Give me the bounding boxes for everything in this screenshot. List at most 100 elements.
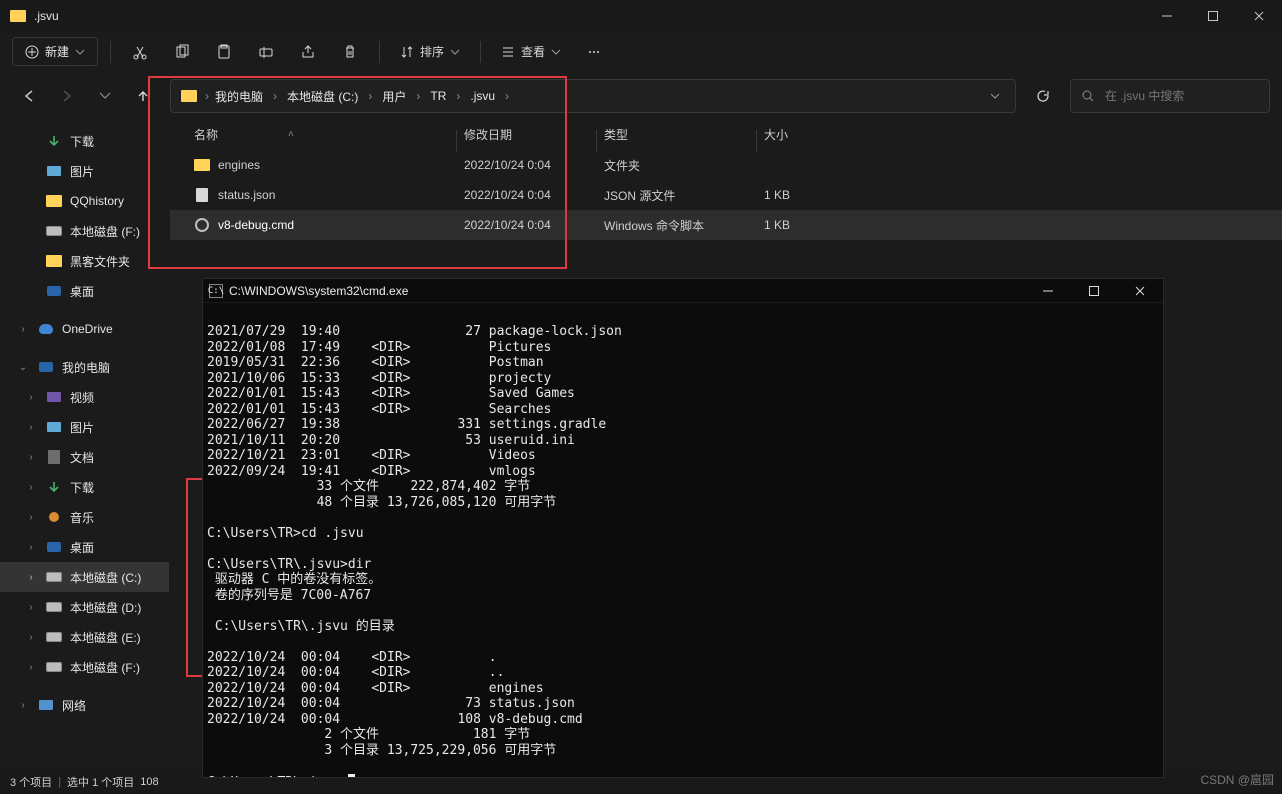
folder-icon: [181, 90, 197, 102]
chevron-right-icon: ›: [24, 542, 38, 553]
sidebar-item-label: 黑客文件夹: [70, 253, 130, 270]
sidebar-item-label: 下载: [70, 133, 94, 150]
new-button[interactable]: 新建: [12, 37, 98, 66]
more-button[interactable]: [577, 36, 611, 68]
sidebar-item-label: 桌面: [70, 539, 94, 556]
table-row[interactable]: status.json2022/10/24 0:04JSON 源文件1 KB: [170, 180, 1282, 210]
sort-asc-icon: ˄: [288, 129, 294, 140]
sidebar-item[interactable]: ›文档: [0, 442, 169, 472]
status-size: 108: [140, 776, 158, 788]
cmd-body[interactable]: 2021/07/29 19:40 27 package-lock.json 20…: [203, 303, 1163, 777]
maximize-button[interactable]: [1190, 0, 1236, 32]
paste-button[interactable]: [207, 36, 241, 68]
table-row[interactable]: v8-debug.cmd2022/10/24 0:04Windows 命令脚本1…: [170, 210, 1282, 240]
cmd-maximize-button[interactable]: [1071, 279, 1117, 303]
separator: [379, 41, 380, 63]
crumb[interactable]: 用户: [376, 84, 412, 109]
sidebar-item[interactable]: ›网络: [0, 690, 169, 720]
sidebar-item[interactable]: › 桌面: [0, 532, 169, 562]
minimize-button[interactable]: [1144, 0, 1190, 32]
sidebar-item-label: 图片: [70, 163, 94, 180]
monitor-icon: [46, 540, 62, 554]
sidebar-item[interactable]: ›本地磁盘 (E:): [0, 622, 169, 652]
cloud-icon: [38, 322, 54, 336]
crumb[interactable]: .jsvu: [464, 85, 501, 107]
col-type[interactable]: 类型: [604, 126, 764, 143]
sort-button[interactable]: 排序: [392, 38, 468, 65]
address-dropdown[interactable]: [981, 82, 1009, 110]
sidebar-item[interactable]: ›本地磁盘 (C:): [0, 562, 169, 592]
sidebar-item[interactable]: ›视频: [0, 382, 169, 412]
drive-icon: [46, 630, 62, 644]
close-button[interactable]: [1236, 0, 1282, 32]
sidebar-item[interactable]: ›音乐: [0, 502, 169, 532]
cmd-close-button[interactable]: [1117, 279, 1163, 303]
col-modified[interactable]: 修改日期: [464, 126, 604, 143]
search-input[interactable]: [1103, 88, 1262, 104]
crumb[interactable]: 我的电脑: [209, 84, 269, 109]
up-button[interactable]: [126, 79, 160, 113]
recent-button[interactable]: [88, 79, 122, 113]
picture-icon: [46, 164, 62, 178]
list-icon: [501, 45, 515, 59]
sidebar-item[interactable]: 黑客文件夹: [0, 246, 169, 276]
col-name[interactable]: 名称˄: [194, 126, 464, 143]
delete-button[interactable]: [333, 36, 367, 68]
cmd-icon: C:\: [209, 284, 223, 298]
column-headers[interactable]: 名称˄ 修改日期 类型 大小: [170, 120, 1282, 150]
address-bar[interactable]: › 我的电脑›本地磁盘 (C:)›用户›TR›.jsvu›: [170, 79, 1016, 113]
sidebar-item[interactable]: 桌面: [0, 276, 169, 306]
file-name: v8-debug.cmd: [218, 218, 294, 232]
crumb[interactable]: TR: [424, 85, 452, 107]
view-label: 查看: [521, 43, 545, 60]
forward-button[interactable]: [50, 79, 84, 113]
download-icon: [46, 134, 62, 148]
sidebar-item-label: QQhistory: [70, 194, 124, 208]
chevron-down-icon: ⌄: [16, 362, 30, 373]
crumb[interactable]: 本地磁盘 (C:): [281, 84, 364, 109]
address-row: › 我的电脑›本地磁盘 (C:)›用户›TR›.jsvu›: [0, 72, 1282, 120]
search-box[interactable]: [1070, 79, 1270, 113]
sidebar-item-label: 本地磁盘 (E:): [70, 629, 141, 646]
refresh-button[interactable]: [1026, 79, 1060, 113]
chevron-right-icon: ›: [24, 482, 38, 493]
sidebar-item[interactable]: 下载: [0, 126, 169, 156]
sidebar-item[interactable]: 本地磁盘 (F:): [0, 216, 169, 246]
sort-label: 排序: [420, 43, 444, 60]
sidebar-item[interactable]: ⌄我的电脑: [0, 352, 169, 382]
chevron-right-icon: ›: [24, 452, 38, 463]
sidebar-item-label: 本地磁盘 (C:): [70, 569, 141, 586]
plus-icon: [25, 45, 39, 59]
sidebar-item[interactable]: ›图片: [0, 412, 169, 442]
sidebar-item-label: 网络: [62, 697, 86, 714]
cut-button[interactable]: [123, 36, 157, 68]
sidebar-item[interactable]: ›下载: [0, 472, 169, 502]
sidebar-item[interactable]: ›本地磁盘 (F:): [0, 652, 169, 682]
table-row[interactable]: engines2022/10/24 0:04文件夹: [170, 150, 1282, 180]
titlebar: .jsvu: [0, 0, 1282, 32]
file-name: engines: [218, 158, 260, 172]
folder-icon: [194, 159, 210, 171]
file-modified: 2022/10/24 0:04: [464, 218, 604, 232]
cmd-minimize-button[interactable]: [1025, 279, 1071, 303]
sidebar-item[interactable]: ›本地磁盘 (D:): [0, 592, 169, 622]
sidebar-item[interactable]: QQhistory: [0, 186, 169, 216]
col-size[interactable]: 大小: [764, 126, 884, 143]
sidebar: 下载图片 QQhistory 本地磁盘 (F:) 黑客文件夹桌面 ›OneDrive ⌄我…: [0, 120, 170, 770]
copy-button[interactable]: [165, 36, 199, 68]
share-button[interactable]: [291, 36, 325, 68]
file-name: status.json: [218, 188, 275, 202]
folder-icon: [46, 194, 62, 208]
view-button[interactable]: 查看: [493, 38, 569, 65]
rename-button[interactable]: [249, 36, 283, 68]
cmd-titlebar[interactable]: C:\ C:\WINDOWS\system32\cmd.exe: [203, 279, 1163, 303]
chevron-down-icon: [450, 47, 460, 57]
file-modified: 2022/10/24 0:04: [464, 158, 604, 172]
download-icon: [46, 480, 62, 494]
window-title: .jsvu: [34, 9, 59, 23]
sidebar-item-label: 本地磁盘 (F:): [70, 223, 140, 240]
back-button[interactable]: [12, 79, 46, 113]
document-icon: [46, 450, 62, 464]
sidebar-item[interactable]: ›OneDrive: [0, 314, 169, 344]
sidebar-item[interactable]: 图片: [0, 156, 169, 186]
